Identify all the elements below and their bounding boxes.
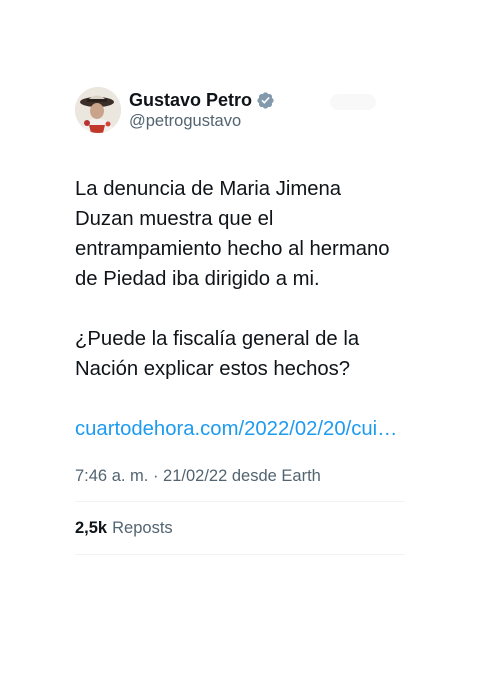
tweet-link[interactable]: cuartodehora.com/2022/02/20/cui… [75,414,405,444]
reposts-count[interactable]: 2,5k [75,519,107,538]
tweet-text: La denuncia de Maria Jimena Duzan muestr… [75,174,405,444]
profile-avatar[interactable] [75,87,121,133]
verified-badge-icon[interactable] [256,91,275,110]
name-row: Gustavo Petro [129,89,275,111]
author-display-name[interactable]: Gustavo Petro [129,90,252,111]
avatar-image [75,87,121,133]
divider [75,554,405,555]
author-names: Gustavo Petro @petrogustavo [129,89,275,131]
author-handle[interactable]: @petrogustavo [129,112,275,131]
reposts-label[interactable]: Reposts [112,519,173,538]
tweet-card: Gustavo Petro @petrogustavo La denuncia … [75,84,405,555]
tweet-stats: 2,5k Reposts [75,502,405,554]
tweet-header: Gustavo Petro @petrogustavo [75,84,405,136]
tweet-paragraph: ¿Puede la fiscalía general de la Nación … [75,328,360,380]
tweet-paragraph: La denuncia de Maria Jimena Duzan muestr… [75,178,390,290]
tweet-timestamp[interactable]: 7:46 a. m. · 21/02/22 desde Earth [75,467,405,486]
